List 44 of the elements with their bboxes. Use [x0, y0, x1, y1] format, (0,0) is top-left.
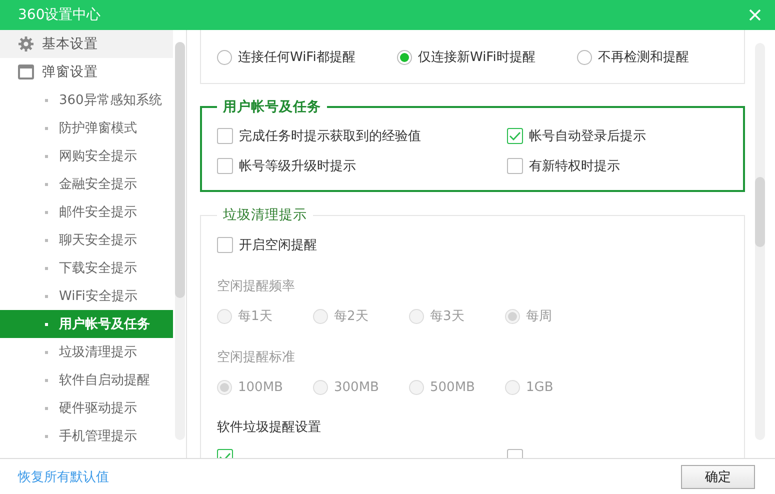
checkbox-option[interactable]: 有新特权时提示	[507, 151, 747, 181]
sidebar-item[interactable]: 360异常感知系统	[0, 86, 173, 114]
radio-button[interactable]	[217, 50, 232, 64]
sidebar-item[interactable]: 金融安全提示	[0, 170, 173, 198]
checkbox[interactable]	[217, 128, 233, 144]
sidebar-item[interactable]: 聊天安全提示	[0, 226, 173, 254]
close-icon	[749, 9, 761, 21]
scrollbar[interactable]	[175, 42, 185, 440]
field-caption: 空闲提醒标准	[217, 349, 296, 367]
radio-option[interactable]: 连接任何WiFi都提醒	[217, 42, 397, 72]
gear-icon	[18, 36, 34, 52]
checkbox[interactable]	[507, 128, 523, 144]
sidebar-item[interactable]: 硬件驱动提示	[0, 394, 173, 422]
checkbox[interactable]	[217, 237, 233, 253]
sidebar-item[interactable]: 软件自启动提醒	[0, 366, 173, 394]
radio-button[interactable]	[397, 50, 412, 64]
checkbox-option[interactable]: 完成任务时提示获取到的经验值	[217, 121, 507, 151]
sidebar-item[interactable]: 手机管理提示	[0, 422, 173, 450]
window-title: 360设置中心	[18, 6, 101, 24]
radio-option[interactable]: 不再检测和提醒	[577, 42, 747, 72]
group-title: 用户帐号及任务	[222, 98, 322, 116]
checkbox-option[interactable]: 开启空闲提醒	[217, 230, 507, 260]
sidebar-item[interactable]: 垃圾清理提示	[0, 338, 173, 366]
sidebar-item[interactable]: 防护弹窗模式	[0, 114, 173, 142]
section-subheading: 软件垃圾提醒设置	[217, 419, 322, 437]
radio-button[interactable]	[577, 50, 592, 64]
sidebar-item[interactable]: 下载安全提示	[0, 254, 173, 282]
checkbox[interactable]	[507, 158, 523, 174]
ok-button[interactable]: 确定	[681, 464, 755, 488]
sidebar-section[interactable]: 弹窗设置	[0, 58, 173, 86]
checkbox-option[interactable]: 帐号自动登录后提示	[507, 121, 747, 151]
window-icon	[18, 64, 34, 80]
sidebar-item[interactable]: 网购安全提示	[0, 142, 173, 170]
sidebar-section[interactable]: 基本设置	[0, 30, 173, 58]
scrollbar[interactable]	[755, 43, 765, 440]
sidebar-item[interactable]: 邮件安全提示	[0, 198, 173, 226]
radio-option[interactable]: 仅连接新WiFi时提醒	[397, 42, 577, 72]
field-caption: 空闲提醒频率	[217, 278, 296, 296]
reset-defaults-link[interactable]: 恢复所有默认值	[18, 468, 109, 486]
checkbox[interactable]	[217, 158, 233, 174]
sidebar-item[interactable]: 用户帐号及任务	[0, 310, 173, 338]
checkbox-option[interactable]: 帐号等级升级时提示	[217, 151, 507, 181]
sidebar-item[interactable]: WiFi安全提示	[0, 282, 173, 310]
group-title: 垃圾清理提示	[222, 206, 308, 224]
